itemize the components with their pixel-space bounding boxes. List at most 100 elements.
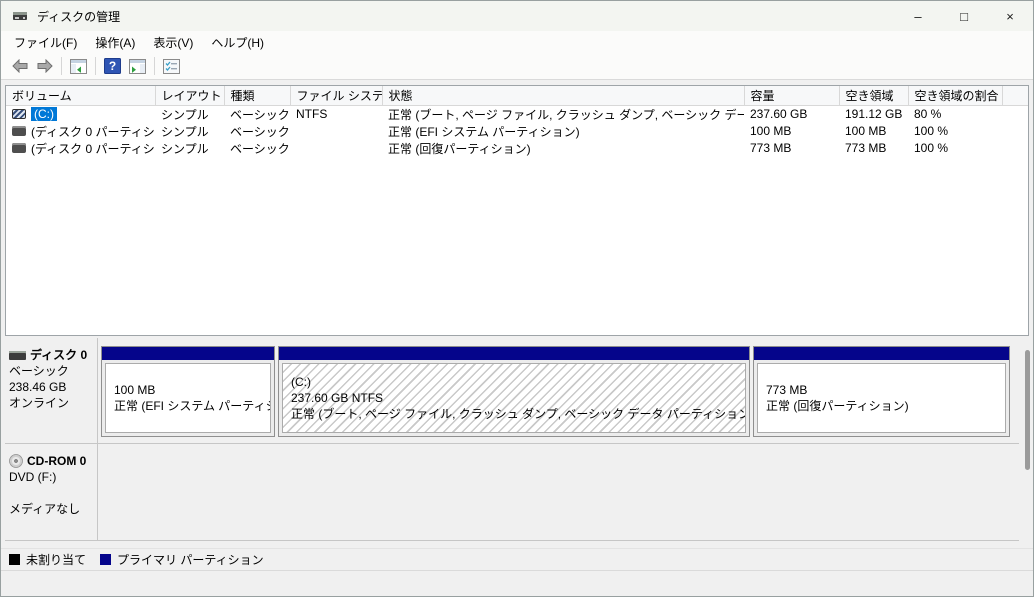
table-header-row: ボリューム レイアウト 種類 ファイル システム 状態 容量 空き領域 空き領域… — [6, 86, 1028, 106]
menu-view[interactable]: 表示(V) — [144, 31, 202, 54]
partition-size: 100 MB — [114, 383, 156, 397]
disk-size: 238.46 GB — [9, 380, 67, 394]
cell-fs: NTFS — [296, 107, 328, 121]
cell-status: 正常 (回復パーティション) — [388, 141, 531, 156]
col-filesystem[interactable]: ファイル システム — [290, 86, 383, 106]
disk-management-window: ディスクの管理 – □ × ファイル(F) 操作(A) 表示(V) ヘルプ(H)… — [0, 0, 1034, 597]
toolbar-separator — [95, 57, 96, 75]
col-layout[interactable]: レイアウト — [155, 86, 225, 106]
partition-efi[interactable]: 100 MB 正常 (EFI システム パーティション) — [101, 346, 275, 437]
cd-disc-icon — [9, 454, 23, 468]
partition-status: 正常 (回復パーティション) — [766, 399, 909, 413]
properties-list-icon[interactable] — [159, 55, 184, 77]
col-status[interactable]: 状態 — [382, 86, 745, 106]
partition-size: 773 MB — [766, 383, 808, 397]
partition-status: 正常 (EFI システム パーティション) — [114, 399, 270, 413]
partition-color-bar — [279, 347, 749, 360]
volume-name[interactable]: (ディスク 0 パーティション 4) — [31, 140, 155, 157]
cell-capacity: 237.60 GB — [750, 107, 808, 121]
cell-type: ベーシック — [230, 141, 290, 156]
cdrom-drive-letter: DVD (F:) — [9, 470, 57, 484]
cdrom-row: CD-ROM 0 DVD (F:) メディアなし — [5, 444, 1019, 541]
legend-primary-partition: プライマリ パーティション — [100, 551, 264, 568]
cell-layout: シンプル — [161, 124, 209, 139]
svg-text:?: ? — [109, 59, 116, 73]
disk-drive-icon — [12, 8, 28, 24]
col-volume[interactable]: ボリューム — [6, 86, 156, 106]
window-title: ディスクの管理 — [37, 9, 121, 24]
cell-free-pct: 100 % — [914, 141, 949, 155]
volume-name[interactable]: (ディスク 0 パーティション 1) — [31, 123, 155, 140]
cell-fs — [290, 123, 382, 140]
cdrom-label[interactable]: CD-ROM 0 DVD (F:) メディアなし — [5, 444, 98, 540]
disk0-label[interactable]: ディスク 0 ベーシック 238.46 GB オンライン — [5, 338, 98, 443]
help-icon[interactable]: ? — [100, 55, 125, 77]
partition-color-bar — [102, 347, 274, 360]
partition-name: (C:) — [291, 375, 311, 389]
partition-status: 正常 (ブート, ページ ファイル, クラッシュ ダンプ, ベーシック データ … — [291, 407, 746, 421]
minimize-button[interactable]: – — [895, 1, 941, 31]
table-row-c[interactable]: (C:) シンプル ベーシック NTFS 正常 (ブート, ページ ファイル, … — [6, 105, 1028, 123]
disk0-row: ディスク 0 ベーシック 238.46 GB オンライン 100 MB 正常 (… — [5, 338, 1019, 444]
cell-free-pct: 100 % — [914, 124, 949, 138]
cdrom-empty-area — [98, 444, 1019, 540]
partition-c[interactable]: (C:) 237.60 GB NTFS 正常 (ブート, ページ ファイル, ク… — [278, 346, 750, 437]
cell-layout: シンプル — [161, 141, 209, 156]
volume-icon — [12, 126, 26, 136]
legend-label: 未割り当て — [26, 553, 87, 567]
cell-free-pct: 80 % — [914, 107, 942, 121]
cell-layout: シンプル — [161, 107, 209, 122]
window-controls: – □ × — [895, 1, 1033, 31]
volume-icon — [12, 143, 26, 153]
cell-type: ベーシック — [230, 107, 290, 122]
back-arrow-icon[interactable] — [7, 55, 32, 77]
col-type[interactable]: 種類 — [224, 86, 291, 106]
primary-partition-swatch — [100, 554, 112, 565]
cell-status: 正常 (ブート, ページ ファイル, クラッシュ ダンプ, ベーシック データ … — [388, 107, 744, 122]
volume-table: ボリューム レイアウト 種類 ファイル システム 状態 容量 空き領域 空き領域… — [6, 86, 1028, 157]
cell-capacity: 773 MB — [750, 141, 792, 155]
close-button[interactable]: × — [987, 1, 1033, 31]
menubar: ファイル(F) 操作(A) 表示(V) ヘルプ(H) — [1, 31, 1033, 53]
table-row-partition1[interactable]: (ディスク 0 パーティション 1) シンプル ベーシック 正常 (EFI シス… — [6, 123, 1028, 140]
disk-type: ベーシック — [9, 364, 69, 378]
col-empty — [1002, 86, 1028, 106]
menu-help[interactable]: ヘルプ(H) — [202, 31, 273, 54]
show-action-pane-icon[interactable] — [125, 55, 150, 77]
cell-status: 正常 (EFI システム パーティション) — [388, 124, 580, 139]
cdrom-media-status: メディアなし — [9, 502, 81, 516]
scrollbar-thumb[interactable] — [1025, 350, 1030, 470]
volume-icon — [12, 109, 26, 119]
legend-label: プライマリ パーティション — [117, 553, 264, 567]
forward-arrow-icon[interactable] — [32, 55, 57, 77]
partition-recovery[interactable]: 773 MB 正常 (回復パーティション) — [753, 346, 1010, 437]
statusbar — [1, 570, 1033, 596]
col-free-pct[interactable]: 空き領域の割合 — [908, 86, 1003, 106]
menu-action[interactable]: 操作(A) — [86, 31, 144, 54]
disk0-partitions: 100 MB 正常 (EFI システム パーティション) (C:) 237.60… — [98, 338, 1019, 443]
cell-type: ベーシック — [230, 124, 290, 139]
menu-file[interactable]: ファイル(F) — [5, 31, 86, 54]
vertical-scrollbar[interactable] — [1023, 346, 1032, 540]
cell-capacity: 100 MB — [750, 124, 792, 138]
col-capacity[interactable]: 容量 — [744, 86, 840, 106]
toolbar: ? — [1, 53, 1033, 80]
show-console-tree-icon[interactable] — [66, 55, 91, 77]
partition-size: 237.60 GB NTFS — [291, 391, 384, 405]
cell-fs — [290, 140, 382, 157]
legend-bar: 未割り当て プライマリ パーティション — [1, 548, 1033, 570]
toolbar-separator — [61, 57, 62, 75]
volume-list-pane: ボリューム レイアウト 種類 ファイル システム 状態 容量 空き領域 空き領域… — [5, 85, 1029, 336]
titlebar: ディスクの管理 – □ × — [1, 1, 1033, 31]
partition-color-bar — [754, 347, 1009, 360]
table-row-partition4[interactable]: (ディスク 0 パーティション 4) シンプル ベーシック 正常 (回復パーティ… — [6, 140, 1028, 157]
disk-status: オンライン — [9, 396, 70, 410]
unallocated-swatch — [9, 554, 20, 565]
disk-name: ディスク 0 — [30, 348, 88, 362]
disk-drive-icon — [9, 350, 26, 360]
maximize-button[interactable]: □ — [941, 1, 987, 31]
volume-name[interactable]: (C:) — [31, 107, 57, 121]
cell-free: 773 MB — [845, 141, 887, 155]
toolbar-separator — [154, 57, 155, 75]
col-free-space[interactable]: 空き領域 — [839, 86, 909, 106]
